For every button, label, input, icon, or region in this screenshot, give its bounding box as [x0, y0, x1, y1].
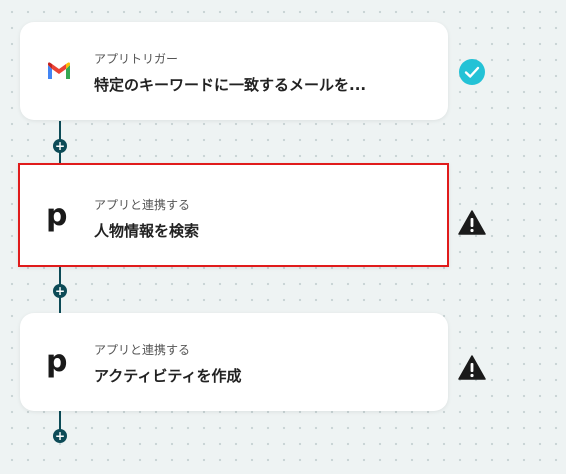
- check-icon: [459, 59, 485, 85]
- step-card-trigger[interactable]: アプリトリガー 特定のキーワードに一致するメールを...: [20, 22, 448, 120]
- step-type-label: アプリトリガー: [94, 52, 179, 66]
- warning-icon: [458, 355, 486, 380]
- step-type-label: アプリと連携する: [94, 343, 191, 357]
- step-card-create-activity[interactable]: p アプリと連携する アクティビティを作成: [20, 313, 448, 411]
- add-step-button[interactable]: +: [53, 284, 67, 298]
- add-step-button[interactable]: +: [53, 139, 67, 153]
- step-type-label: アプリと連携する: [94, 198, 191, 212]
- step-title: 特定のキーワードに一致するメールを...: [94, 76, 367, 94]
- gmail-icon: [48, 62, 70, 79]
- warning-icon: [458, 210, 486, 235]
- step-title: 人物情報を検索: [94, 222, 200, 240]
- p-logo-icon: p: [46, 344, 68, 379]
- p-logo-icon: p: [46, 198, 68, 233]
- step-title: アクティビティを作成: [94, 367, 242, 385]
- step-card-search-person[interactable]: p アプリと連携する 人物情報を検索: [18, 163, 449, 267]
- add-step-button[interactable]: +: [53, 429, 67, 443]
